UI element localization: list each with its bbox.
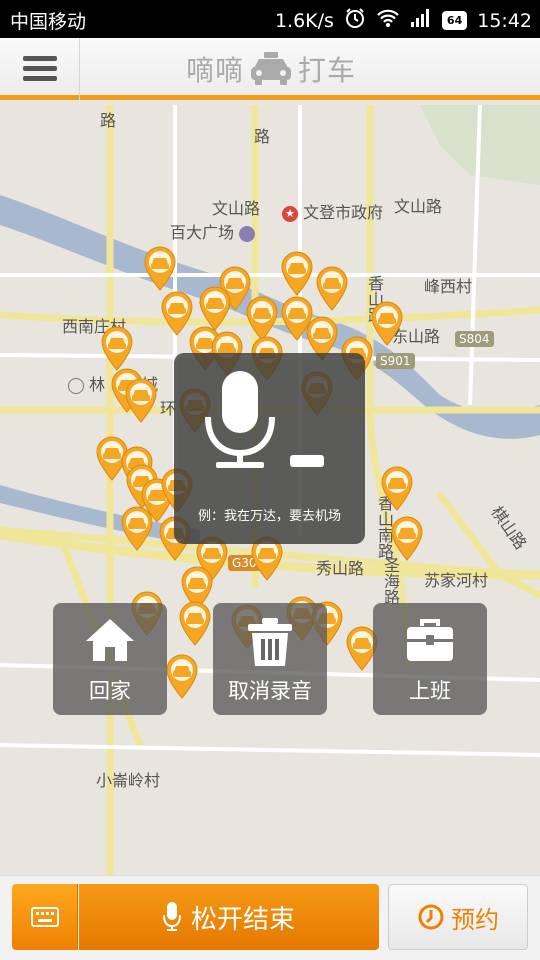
carrier-name: 中国移动 (10, 11, 87, 33)
taxi-pin-icon[interactable] (380, 465, 414, 511)
taxi-pin-icon[interactable] (120, 505, 154, 551)
taxi-pin-icon[interactable] (315, 265, 349, 311)
taxi-pin-icon[interactable] (370, 300, 404, 346)
map-label-poi: 百大广场 (170, 219, 256, 243)
map-label-poi-text: 文登市政府 (303, 203, 384, 222)
map-label-place: 苏家河村 (424, 571, 489, 590)
map-label-road: 路 (254, 127, 271, 146)
app-title-left: 嘀嘀 (186, 54, 245, 87)
map-label-place: 峰西村 (424, 277, 473, 296)
reserve-button[interactable]: 预约 (388, 884, 528, 950)
reserve-label: 预约 (451, 905, 499, 934)
release-to-end-button[interactable]: 松开结束 (79, 884, 379, 950)
wifi-icon (376, 8, 400, 33)
taxi-pin-icon[interactable] (124, 377, 158, 423)
map-label-poi-text: 林 (89, 375, 106, 394)
app-title-right: 打车 (298, 54, 357, 87)
trash-icon (248, 618, 292, 666)
hamburger-menu-icon (22, 56, 57, 81)
battery-icon: 64 (441, 11, 468, 30)
bottom-bar: 松开结束 预约 (0, 875, 540, 960)
go-home-button[interactable]: 回家 (53, 603, 167, 715)
map-label-road: 秀山路 (316, 559, 365, 578)
road-badge: S901 (376, 353, 415, 369)
map-label-place: 小崙岭村 (96, 771, 161, 790)
microphone-icon (162, 902, 181, 931)
map-label-poi: 林 (68, 371, 105, 395)
taxi-logo-icon (251, 52, 292, 85)
cancel-recording-label: 取消录音 (228, 679, 312, 703)
building-poi-icon (68, 377, 84, 394)
release-to-end-label: 松开结束 (190, 904, 295, 935)
map-label-road: 路 (100, 111, 117, 130)
government-poi-icon: ★ (282, 205, 298, 222)
app-header: 嘀嘀 打车 (0, 38, 540, 100)
clock-icon (418, 904, 444, 930)
taxi-pin-icon[interactable] (143, 245, 177, 291)
alarm-icon (344, 7, 366, 34)
voice-recording-overlay: 例：我在万达，要去机场 (174, 353, 365, 544)
signal-icon (410, 8, 432, 33)
clock: 15:42 (477, 9, 532, 32)
home-icon (86, 619, 134, 661)
taxi-pin-icon[interactable] (178, 600, 212, 646)
menu-button[interactable] (0, 38, 80, 100)
taxi-pin-icon[interactable] (165, 653, 199, 699)
taxi-pin-icon[interactable] (280, 250, 314, 296)
go-to-work-label: 上班 (409, 679, 451, 703)
map-label-road: 文山路 (394, 197, 443, 216)
shopping-poi-icon (239, 225, 256, 242)
map-label-road: 圣海路 (381, 557, 400, 605)
taxi-pin-icon[interactable] (100, 325, 134, 371)
taxi-pin-icon[interactable] (390, 515, 424, 561)
map-label-road: 文山路 (212, 199, 261, 218)
road-badge: S804 (455, 331, 494, 347)
microphone-icon (205, 371, 324, 468)
keyboard-toggle-button[interactable] (12, 884, 78, 950)
briefcase-icon (407, 619, 453, 661)
go-to-work-button[interactable]: 上班 (373, 603, 487, 715)
network-speed: 1.6K/s (274, 9, 334, 32)
voice-hint-text: 例：我在万达，要去机场 (197, 509, 341, 524)
keyboard-icon (30, 907, 59, 927)
status-bar: 中国移动 1.6K/s 64 15:42 (0, 0, 540, 38)
go-home-label: 回家 (89, 679, 131, 703)
app-title: 嘀嘀 打车 (186, 48, 356, 90)
map-label-poi-text: 百大广场 (170, 223, 235, 242)
cancel-recording-button[interactable]: 取消录音 (213, 603, 327, 715)
map-label-poi: ★ 文登市政府 (282, 199, 383, 223)
